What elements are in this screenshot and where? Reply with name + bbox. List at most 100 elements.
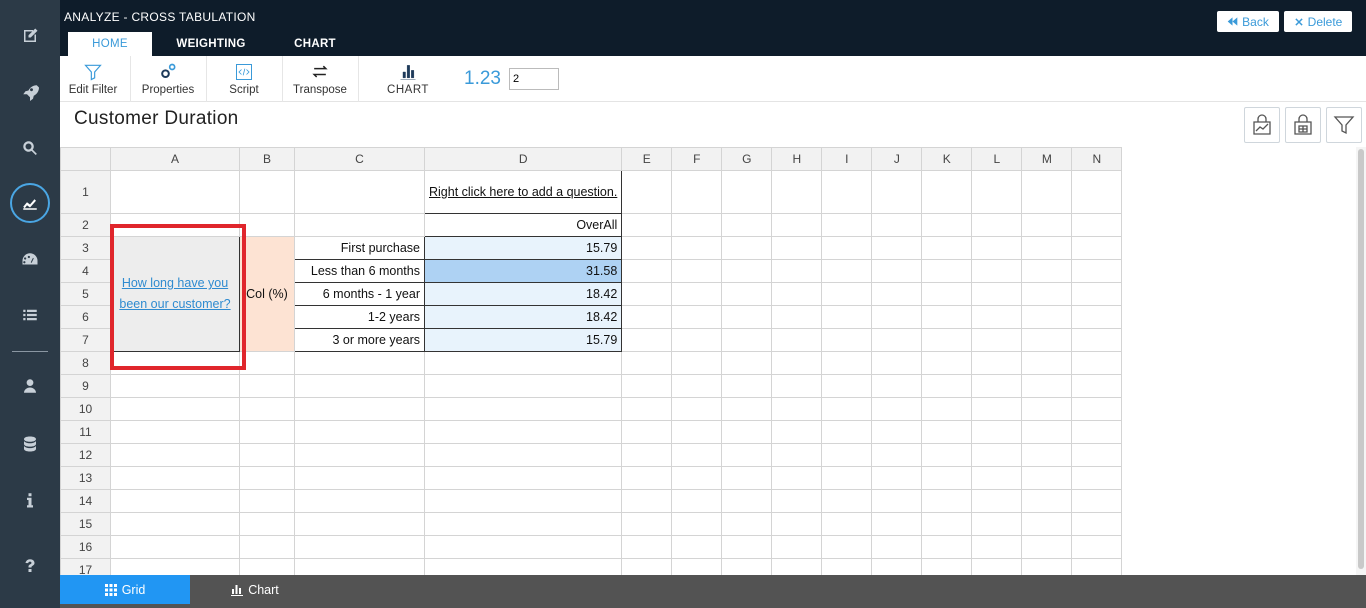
grid-cell[interactable] [1021, 328, 1073, 352]
grid-cell[interactable] [921, 535, 973, 559]
grid-cell[interactable] [771, 397, 823, 421]
grid-cell[interactable] [621, 328, 673, 352]
grid-cell[interactable] [771, 443, 823, 467]
grid-cell[interactable] [871, 535, 923, 559]
column-header[interactable]: J [871, 147, 923, 171]
row-header[interactable]: 6 [60, 305, 111, 329]
grid-cell[interactable] [971, 558, 1023, 575]
grid-cell[interactable] [821, 420, 873, 444]
grid-cell[interactable] [721, 558, 773, 575]
grid-view-tab[interactable]: Grid [60, 575, 190, 604]
grid-cell[interactable] [1071, 328, 1123, 352]
grid-cell[interactable] [771, 489, 823, 513]
grid-cell[interactable] [1071, 420, 1123, 444]
grid-cell[interactable] [1071, 213, 1123, 237]
grid-cell[interactable] [721, 351, 773, 375]
chart-button[interactable]: CHART [362, 56, 454, 102]
grid-cell[interactable] [771, 282, 823, 306]
grid-cell[interactable] [1071, 374, 1123, 398]
grid-cell[interactable] [621, 558, 673, 575]
column-header[interactable]: L [971, 147, 1023, 171]
grid-cell[interactable] [721, 374, 773, 398]
grid-cell[interactable] [771, 170, 823, 214]
grid-cell[interactable] [821, 512, 873, 536]
grid-cell[interactable] [294, 420, 425, 444]
grid-cell[interactable] [821, 443, 873, 467]
value-cell[interactable]: 18.42 [423, 305, 623, 329]
grid-cell[interactable] [821, 328, 873, 352]
grid-cell[interactable] [771, 466, 823, 490]
grid-cell[interactable] [671, 170, 723, 214]
column-header[interactable]: N [1071, 147, 1123, 171]
column-header[interactable]: F [671, 147, 723, 171]
grid-cell[interactable] [671, 351, 723, 375]
grid-cell[interactable] [423, 466, 623, 490]
grid-cell[interactable] [1071, 535, 1123, 559]
grid-cell[interactable] [294, 558, 425, 575]
value-cell-highlighted[interactable]: 31.58 [423, 259, 623, 283]
grid-cell[interactable] [621, 213, 673, 237]
grid-cell[interactable] [921, 170, 973, 214]
grid-cell[interactable] [1071, 170, 1123, 214]
grid-cell[interactable] [1021, 213, 1073, 237]
grid-cell[interactable] [1021, 374, 1073, 398]
column-header[interactable]: K [921, 147, 973, 171]
row-header[interactable]: 10 [60, 397, 111, 421]
grid-cell[interactable] [971, 420, 1023, 444]
chart-view-tab[interactable]: Chart [190, 575, 320, 604]
rocket-icon[interactable] [0, 72, 60, 112]
add-question-link[interactable]: Right click here to add a question. [423, 170, 623, 214]
grid-cell[interactable] [871, 259, 923, 283]
grid-cell[interactable] [423, 397, 623, 421]
grid-cell[interactable] [1071, 489, 1123, 513]
grid-cell[interactable] [239, 170, 295, 214]
column-header[interactable]: C [294, 147, 425, 171]
grid-cell[interactable] [1021, 535, 1073, 559]
grid-cell[interactable] [1021, 170, 1073, 214]
grid-cell[interactable] [671, 535, 723, 559]
grid-cell[interactable] [971, 512, 1023, 536]
grid-cell[interactable] [110, 170, 240, 214]
column-header[interactable]: G [721, 147, 773, 171]
grid-cell[interactable] [771, 213, 823, 237]
grid-cell[interactable] [294, 170, 425, 214]
lock-grid-button[interactable] [1285, 107, 1321, 143]
grid-cell[interactable] [1071, 259, 1123, 283]
grid-cell[interactable] [621, 466, 673, 490]
row-header[interactable]: 5 [60, 282, 111, 306]
grid-cell[interactable] [821, 259, 873, 283]
grid-cell[interactable] [110, 420, 240, 444]
grid-cell[interactable] [971, 328, 1023, 352]
grid-cell[interactable] [771, 351, 823, 375]
grid-cell[interactable] [871, 420, 923, 444]
col-percent-cell[interactable]: Col (%) [239, 236, 295, 352]
overall-header-cell[interactable]: OverAll [423, 213, 623, 237]
grid-cell[interactable] [721, 259, 773, 283]
search-icon[interactable] [0, 128, 60, 168]
row-header[interactable]: 12 [60, 443, 111, 467]
grid-cell[interactable] [1021, 420, 1073, 444]
grid-cell[interactable] [621, 374, 673, 398]
edit-icon[interactable] [0, 16, 60, 56]
grid-cell[interactable] [110, 351, 240, 375]
grid-cell[interactable] [621, 512, 673, 536]
grid-cell[interactable] [1071, 466, 1123, 490]
lock-chart-button[interactable] [1244, 107, 1280, 143]
grid-cell[interactable] [294, 443, 425, 467]
grid-cell[interactable] [821, 489, 873, 513]
grid-cell[interactable] [971, 466, 1023, 490]
tab-chart[interactable]: CHART [272, 32, 358, 56]
grid-cell[interactable] [239, 466, 295, 490]
grid-cell[interactable] [871, 305, 923, 329]
grid-cell[interactable] [821, 351, 873, 375]
row-header[interactable]: 2 [60, 213, 111, 237]
grid-cell[interactable] [871, 466, 923, 490]
grid-cell[interactable] [721, 420, 773, 444]
edit-filter-button[interactable]: Edit Filter [60, 56, 126, 102]
grid-cell[interactable] [671, 282, 723, 306]
grid-cell[interactable] [621, 305, 673, 329]
answer-label-cell[interactable]: First purchase [294, 236, 425, 260]
grid-cell[interactable] [239, 420, 295, 444]
grid-cell[interactable] [1021, 466, 1073, 490]
grid-cell[interactable] [671, 512, 723, 536]
